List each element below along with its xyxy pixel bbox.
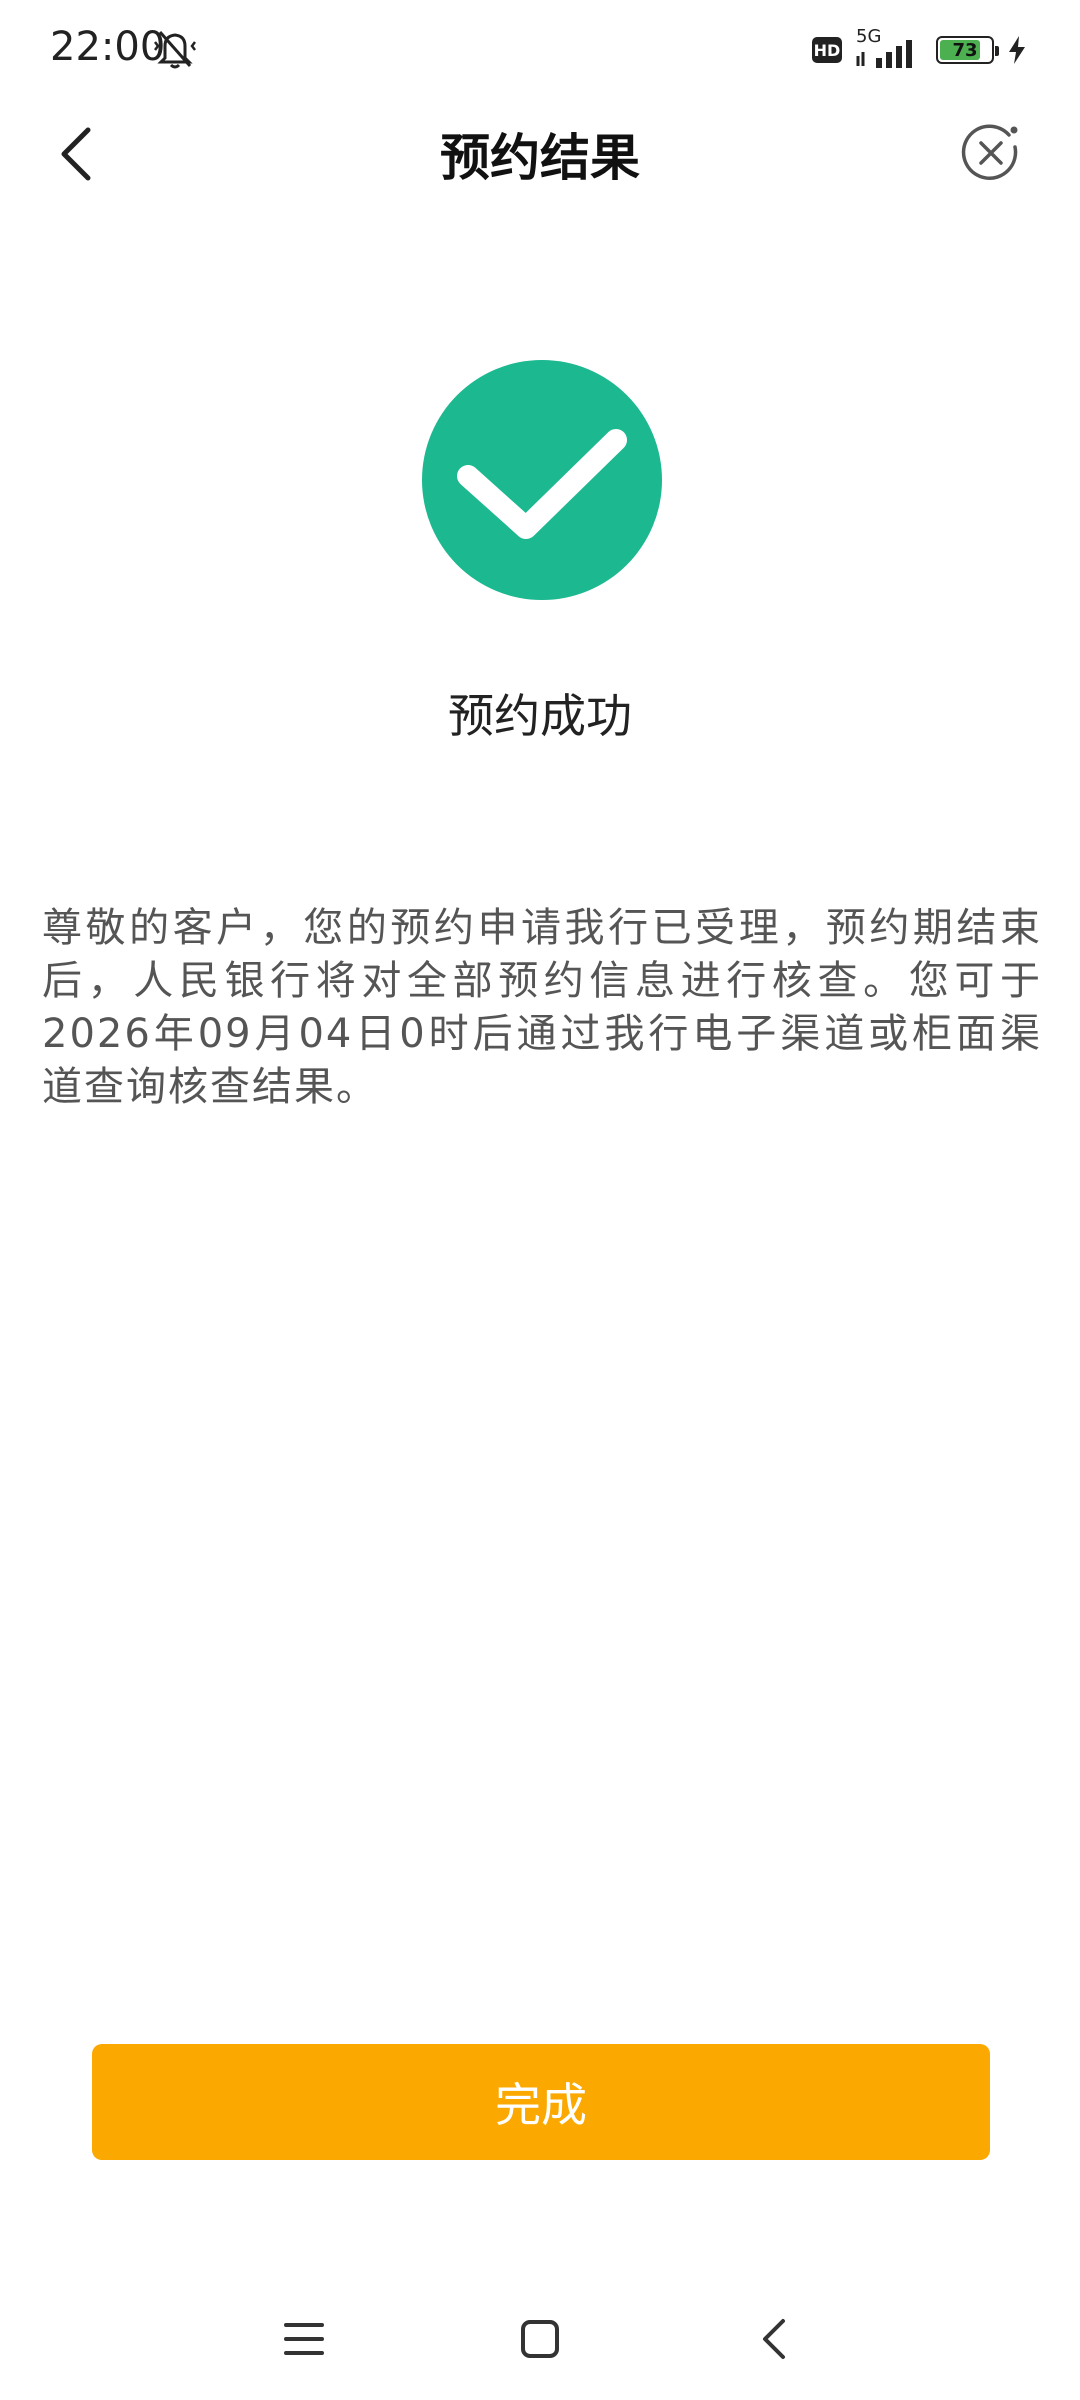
close-button[interactable] (946, 108, 1036, 198)
nav-menu-button[interactable] (264, 2304, 344, 2374)
hd-badge: HD (812, 37, 842, 63)
status-time: 22:00 (50, 24, 166, 70)
battery-level: 73 (952, 39, 978, 61)
close-circle-icon (961, 124, 1018, 180)
status-indicators: HD 5G 73 (812, 26, 1028, 72)
check-circle-icon (422, 360, 662, 600)
done-button[interactable]: 完成 (92, 2044, 990, 2160)
status-bar: 22:00 HD 5G 73 (0, 0, 1080, 100)
system-nav-bar (0, 2280, 1080, 2400)
signal-icon (856, 40, 912, 68)
header: 预约结果 (0, 100, 1080, 210)
charging-icon (1009, 36, 1025, 64)
signal-group: 5G (854, 26, 924, 70)
back-icon (763, 2319, 785, 2359)
menu-icon (284, 2323, 324, 2355)
mute-icon (154, 31, 196, 69)
nav-back-button[interactable] (734, 2304, 814, 2374)
battery-icon: 73 (936, 36, 999, 64)
result-status: 预约成功 (448, 689, 632, 743)
battery-tip (995, 46, 999, 56)
page-title: 预约结果 (440, 129, 640, 187)
home-icon (521, 2320, 559, 2358)
nav-home-button[interactable] (500, 2304, 580, 2374)
result-message: 尊敬的客户，您的预约申请我行已受理，预约期结束后，人民银行将对全部预约信息进行核… (42, 905, 1042, 1110)
